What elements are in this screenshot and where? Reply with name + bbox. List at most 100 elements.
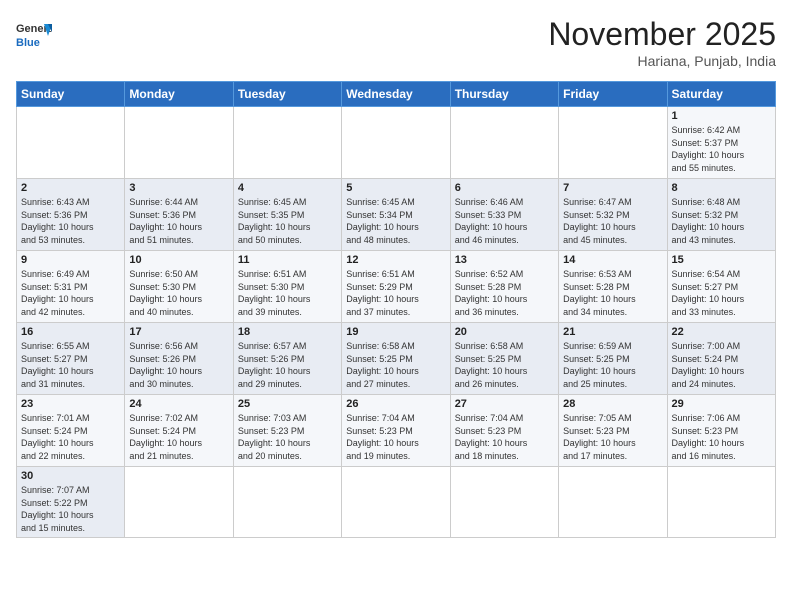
- day-number: 9: [21, 254, 120, 266]
- calendar-cell: [342, 107, 450, 179]
- day-number: 21: [563, 326, 662, 338]
- day-header-tuesday: Tuesday: [233, 82, 341, 107]
- day-number: 24: [129, 398, 228, 410]
- calendar-cell: 11 Sunrise: 6:51 AM Sunset: 5:30 PM Dayli…: [233, 251, 341, 323]
- calendar-cell: 14Sunrise: 6:53 AM Sunset: 5:28 PM Dayli…: [559, 251, 667, 323]
- day-info: Sunrise: 7:02 AM Sunset: 5:24 PM Dayligh…: [129, 412, 228, 462]
- day-number: 6: [455, 182, 554, 194]
- page-header: General Blue November 2025 Hariana, Punj…: [16, 16, 776, 69]
- calendar-cell: 24 Sunrise: 7:02 AM Sunset: 5:24 PM Dayli…: [125, 395, 233, 467]
- day-number: 5: [346, 182, 445, 194]
- calendar-cell: 7Sunrise: 6:47 AM Sunset: 5:32 PM Daylig…: [559, 179, 667, 251]
- calendar-cell: 15Sunrise: 6:54 AM Sunset: 5:27 PM Dayli…: [667, 251, 775, 323]
- calendar-cell: 12 Sunrise: 6:51 AM Sunset: 5:29 PM Dayli…: [342, 251, 450, 323]
- calendar-cell: [125, 467, 233, 538]
- day-info: Sunrise: 6:52 AM Sunset: 5:28 PM Dayligh…: [455, 268, 554, 318]
- day-number: 7: [563, 182, 662, 194]
- calendar-cell: 19 Sunrise: 6:58 AM Sunset: 5:25 PM Dayli…: [342, 323, 450, 395]
- title-block: November 2025 Hariana, Punjab, India: [548, 16, 776, 69]
- day-number: 27: [455, 398, 554, 410]
- day-info: Sunrise: 6:50 AM Sunset: 5:30 PM Dayligh…: [129, 268, 228, 318]
- day-info: Sunrise: 6:49 AM Sunset: 5:31 PM Dayligh…: [21, 268, 120, 318]
- day-info: Sunrise: 7:05 AM Sunset: 5:23 PM Dayligh…: [563, 412, 662, 462]
- day-number: 17: [129, 326, 228, 338]
- day-number: 30: [21, 470, 120, 482]
- calendar-cell: 20Sunrise: 6:58 AM Sunset: 5:25 PM Dayli…: [450, 323, 558, 395]
- calendar-cell: 10 Sunrise: 6:50 AM Sunset: 5:30 PM Dayli…: [125, 251, 233, 323]
- day-header-wednesday: Wednesday: [342, 82, 450, 107]
- day-number: 23: [21, 398, 120, 410]
- day-number: 28: [563, 398, 662, 410]
- day-number: 20: [455, 326, 554, 338]
- calendar-cell: [450, 107, 558, 179]
- calendar-table: SundayMondayTuesdayWednesdayThursdayFrid…: [16, 81, 776, 538]
- day-info: Sunrise: 7:04 AM Sunset: 5:23 PM Dayligh…: [455, 412, 554, 462]
- day-info: Sunrise: 7:06 AM Sunset: 5:23 PM Dayligh…: [672, 412, 771, 462]
- day-number: 25: [238, 398, 337, 410]
- day-number: 2: [21, 182, 120, 194]
- day-info: Sunrise: 7:01 AM Sunset: 5:24 PM Dayligh…: [21, 412, 120, 462]
- day-number: 18: [238, 326, 337, 338]
- day-header-saturday: Saturday: [667, 82, 775, 107]
- day-info: Sunrise: 6:51 AM Sunset: 5:29 PM Dayligh…: [346, 268, 445, 318]
- day-info: Sunrise: 6:45 AM Sunset: 5:34 PM Dayligh…: [346, 196, 445, 246]
- calendar-cell: 8 Sunrise: 6:48 AM Sunset: 5:32 PM Daylig…: [667, 179, 775, 251]
- day-info: Sunrise: 6:59 AM Sunset: 5:25 PM Dayligh…: [563, 340, 662, 390]
- calendar-cell: 6 Sunrise: 6:46 AM Sunset: 5:33 PM Daylig…: [450, 179, 558, 251]
- day-number: 19: [346, 326, 445, 338]
- day-info: Sunrise: 6:42 AM Sunset: 5:37 PM Dayligh…: [672, 124, 771, 174]
- calendar-cell: 3 Sunrise: 6:44 AM Sunset: 5:36 PM Daylig…: [125, 179, 233, 251]
- day-number: 1: [672, 110, 771, 122]
- calendar-cell: 23 Sunrise: 7:01 AM Sunset: 5:24 PM Dayli…: [17, 395, 125, 467]
- calendar-cell: 22 Sunrise: 7:00 AM Sunset: 5:24 PM Dayli…: [667, 323, 775, 395]
- location: Hariana, Punjab, India: [548, 53, 776, 69]
- day-info: Sunrise: 6:51 AM Sunset: 5:30 PM Dayligh…: [238, 268, 337, 318]
- day-number: 10: [129, 254, 228, 266]
- calendar-cell: 16Sunrise: 6:55 AM Sunset: 5:27 PM Dayli…: [17, 323, 125, 395]
- day-info: Sunrise: 6:58 AM Sunset: 5:25 PM Dayligh…: [346, 340, 445, 390]
- day-info: Sunrise: 6:57 AM Sunset: 5:26 PM Dayligh…: [238, 340, 337, 390]
- days-header-row: SundayMondayTuesdayWednesdayThursdayFrid…: [17, 82, 776, 107]
- day-info: Sunrise: 6:55 AM Sunset: 5:27 PM Dayligh…: [21, 340, 120, 390]
- day-number: 12: [346, 254, 445, 266]
- calendar-cell: 29Sunrise: 7:06 AM Sunset: 5:23 PM Dayli…: [667, 395, 775, 467]
- day-header-monday: Monday: [125, 82, 233, 107]
- calendar-cell: [559, 107, 667, 179]
- day-number: 13: [455, 254, 554, 266]
- calendar-cell: 1 Sunrise: 6:42 AM Sunset: 5:37 PM Daylig…: [667, 107, 775, 179]
- calendar-cell: [342, 467, 450, 538]
- day-info: Sunrise: 6:48 AM Sunset: 5:32 PM Dayligh…: [672, 196, 771, 246]
- calendar-cell: [233, 107, 341, 179]
- calendar-cell: 2 Sunrise: 6:43 AM Sunset: 5:36 PM Daylig…: [17, 179, 125, 251]
- day-number: 14: [563, 254, 662, 266]
- calendar-cell: [667, 467, 775, 538]
- day-number: 8: [672, 182, 771, 194]
- calendar-cell: [559, 467, 667, 538]
- calendar-cell: 9 Sunrise: 6:49 AM Sunset: 5:31 PM Daylig…: [17, 251, 125, 323]
- calendar-cell: 27 Sunrise: 7:04 AM Sunset: 5:23 PM Dayli…: [450, 395, 558, 467]
- day-number: 4: [238, 182, 337, 194]
- day-number: 3: [129, 182, 228, 194]
- day-info: Sunrise: 6:44 AM Sunset: 5:36 PM Dayligh…: [129, 196, 228, 246]
- day-number: 26: [346, 398, 445, 410]
- calendar-cell: [450, 467, 558, 538]
- day-info: Sunrise: 6:46 AM Sunset: 5:33 PM Dayligh…: [455, 196, 554, 246]
- day-info: Sunrise: 6:54 AM Sunset: 5:27 PM Dayligh…: [672, 268, 771, 318]
- day-info: Sunrise: 6:45 AM Sunset: 5:35 PM Dayligh…: [238, 196, 337, 246]
- day-info: Sunrise: 7:07 AM Sunset: 5:22 PM Dayligh…: [21, 484, 120, 534]
- day-number: 11: [238, 254, 337, 266]
- month-title: November 2025: [548, 16, 776, 53]
- calendar-cell: 28 Sunrise: 7:05 AM Sunset: 5:23 PM Dayli…: [559, 395, 667, 467]
- calendar-cell: 25Sunrise: 7:03 AM Sunset: 5:23 PM Dayli…: [233, 395, 341, 467]
- calendar-cell: 13 Sunrise: 6:52 AM Sunset: 5:28 PM Dayli…: [450, 251, 558, 323]
- calendar-cell: [125, 107, 233, 179]
- day-header-sunday: Sunday: [17, 82, 125, 107]
- day-info: Sunrise: 7:00 AM Sunset: 5:24 PM Dayligh…: [672, 340, 771, 390]
- day-info: Sunrise: 6:43 AM Sunset: 5:36 PM Dayligh…: [21, 196, 120, 246]
- day-number: 22: [672, 326, 771, 338]
- day-info: Sunrise: 6:56 AM Sunset: 5:26 PM Dayligh…: [129, 340, 228, 390]
- logo-icon: General Blue: [16, 16, 52, 52]
- day-header-friday: Friday: [559, 82, 667, 107]
- calendar-cell: 18 Sunrise: 6:57 AM Sunset: 5:26 PM Dayli…: [233, 323, 341, 395]
- calendar-cell: 4 Sunrise: 6:45 AM Sunset: 5:35 PM Daylig…: [233, 179, 341, 251]
